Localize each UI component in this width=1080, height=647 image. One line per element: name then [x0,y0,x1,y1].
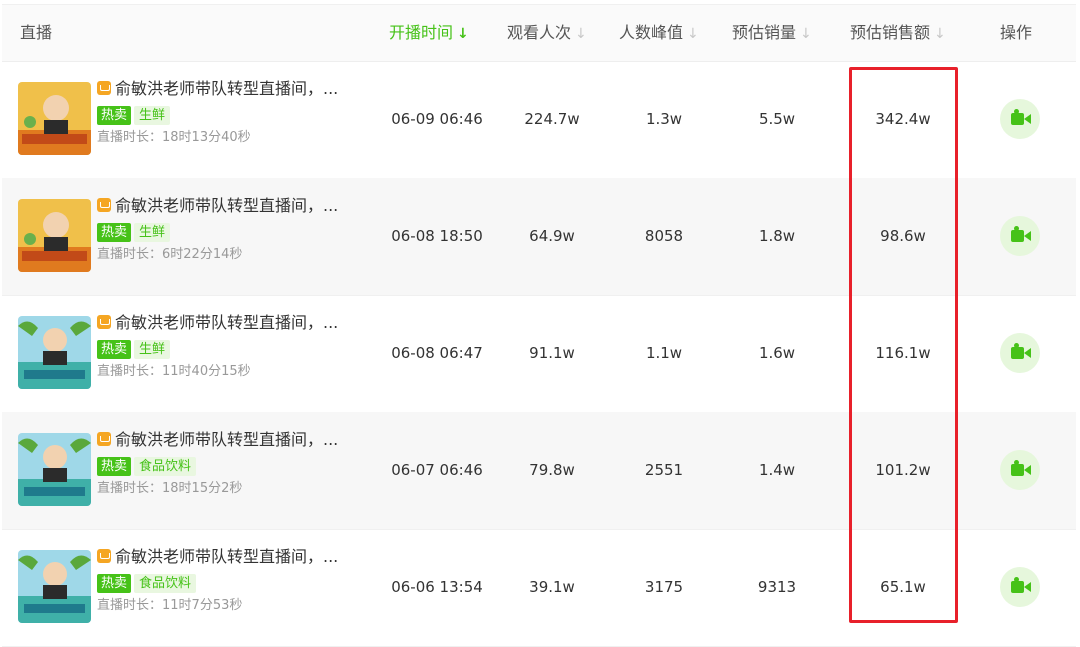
live-thumbnail[interactable] [18,433,91,506]
live-title[interactable]: 俞敏洪老师带队转型直播间，... [97,312,397,334]
video-camera-icon[interactable] [1000,450,1040,490]
live-duration: 直播时长：18时13分40秒 [97,130,251,145]
views: 39.1w [529,578,575,596]
live-thumbnail[interactable] [18,550,91,623]
live-duration: 直播时长：6时22分14秒 [97,247,243,262]
cart-icon [97,315,111,329]
peak-viewers: 8058 [644,227,684,245]
peak-viewers: 1.1w [645,344,683,362]
live-duration: 直播时长：11时7分53秒 [97,598,243,613]
est-sales: 1.4w [758,461,796,479]
views: 64.9w [529,227,575,245]
video-camera-icon[interactable] [1000,333,1040,373]
live-title[interactable]: 俞敏洪老师带队转型直播间，... [97,429,397,451]
start-time: 06-06 13:54 [391,578,483,596]
header-action: 操作 [1000,23,1033,42]
hot-tag: 热卖 [97,106,132,125]
live-duration: 直播时长：11时40分15秒 [97,364,251,379]
est-sales: 5.5w [758,110,796,128]
start-time: 06-09 06:46 [391,110,483,128]
category-tag: 食品饮料 [134,457,197,476]
start-time: 06-07 06:46 [391,461,483,479]
hot-tag: 热卖 [97,457,132,476]
est-sales: 1.6w [758,344,796,362]
video-camera-icon[interactable] [1000,216,1040,256]
cart-icon [97,198,111,212]
header-start-time[interactable]: 开播时间 ↓ [389,5,469,61]
live-thumbnail[interactable] [18,199,91,272]
start-time: 06-08 18:50 [391,227,483,245]
header-live: 直播 [20,23,53,42]
peak-viewers: 3175 [644,578,684,596]
video-camera-icon[interactable] [1000,99,1040,139]
sort-desc-icon[interactable]: ↓ [457,26,469,42]
est-sales: 1.8w [758,227,796,245]
live-thumbnail[interactable] [18,316,91,389]
views: 91.1w [529,344,575,362]
views: 79.8w [529,461,575,479]
cart-icon [97,432,111,446]
views: 224.7w [524,110,580,128]
header-peak[interactable]: 人数峰值 ↓ [619,5,699,61]
sort-icon[interactable]: ↓ [800,26,812,42]
sort-icon[interactable]: ↓ [934,26,946,42]
live-title[interactable]: 俞敏洪老师带队转型直播间，... [97,195,397,217]
hot-tag: 热卖 [97,340,132,359]
peak-viewers: 1.3w [645,110,683,128]
hot-tag: 热卖 [97,223,132,242]
table-header: 直播 开播时间 ↓ 观看人次 ↓ 人数峰值 ↓ 预估销量 ↓ 预估销售额 ↓ 操作 [2,4,1076,62]
header-est-sales[interactable]: 预估销量 ↓ [732,5,812,61]
header-est-revenue[interactable]: 预估销售额 ↓ [850,5,946,61]
live-title[interactable]: 俞敏洪老师带队转型直播间，... [97,546,397,568]
live-duration: 直播时长：18时15分2秒 [97,481,243,496]
category-tag: 生鲜 [134,340,171,359]
sort-icon[interactable]: ↓ [575,26,587,42]
start-time: 06-08 06:47 [391,344,483,362]
video-camera-icon[interactable] [1000,567,1040,607]
category-tag: 生鲜 [134,106,171,125]
sort-icon[interactable]: ↓ [687,26,699,42]
header-views[interactable]: 观看人次 ↓ [507,5,587,61]
revenue-column-highlight [849,67,958,623]
cart-icon [97,549,111,563]
peak-viewers: 2551 [644,461,684,479]
cart-icon [97,81,111,95]
live-title[interactable]: 俞敏洪老师带队转型直播间，... [97,78,397,100]
category-tag: 食品饮料 [134,574,197,593]
est-sales: 9313 [757,578,797,596]
live-thumbnail[interactable] [18,82,91,155]
hot-tag: 热卖 [97,574,132,593]
category-tag: 生鲜 [134,223,171,242]
